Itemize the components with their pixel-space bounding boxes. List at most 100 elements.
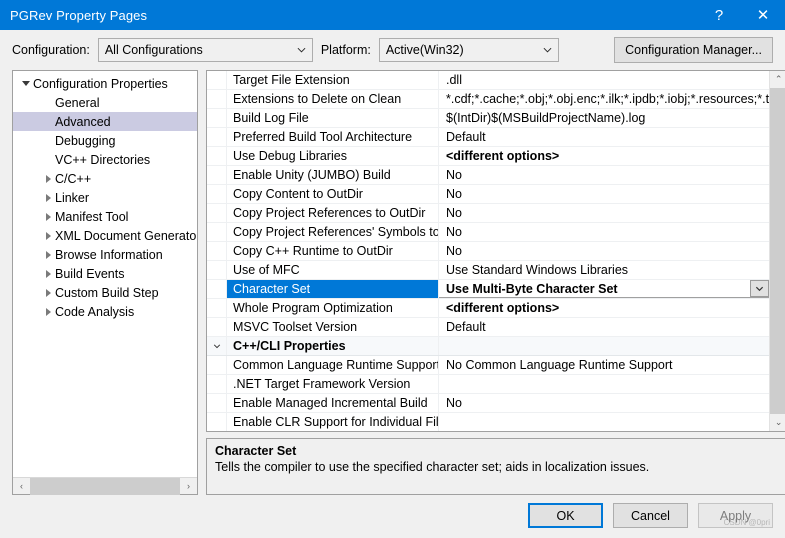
sidebar-item-advanced[interactable]: Advanced xyxy=(13,112,197,131)
property-name: Copy Project References to OutDir xyxy=(227,204,439,222)
help-icon[interactable]: ? xyxy=(697,0,741,30)
property-row[interactable]: Preferred Build Tool Architecture Default xyxy=(207,128,770,147)
apply-button[interactable]: Apply CSDN @0pri xyxy=(698,503,773,528)
sidebar-item-c-c[interactable]: C/C++ xyxy=(13,169,197,188)
property-value[interactable]: $(IntDir)$(MSBuildProjectName).log xyxy=(439,109,769,127)
property-value[interactable]: Use Multi-Byte Character Set xyxy=(439,280,770,298)
property-value[interactable]: .dll xyxy=(439,71,769,89)
tree-expander-collapsed-icon[interactable] xyxy=(41,212,55,221)
vertical-scroll-thumb[interactable] xyxy=(770,88,785,414)
tree-horizontal-scrollbar[interactable]: ‹ › xyxy=(13,477,197,495)
tree-expander-collapsed-icon[interactable] xyxy=(41,307,55,316)
tree-expander-collapsed-icon[interactable] xyxy=(41,250,55,259)
property-name: .NET Target Framework Version xyxy=(227,375,439,393)
platform-dropdown[interactable]: Active(Win32) xyxy=(378,38,559,62)
property-row[interactable]: .NET Target Framework Version xyxy=(207,375,770,394)
property-value[interactable]: No xyxy=(439,185,769,203)
tree-expander-collapsed-icon[interactable] xyxy=(41,193,55,202)
properties-tree[interactable]: Configuration Properties General Advanced D… xyxy=(13,71,197,477)
scroll-left-icon[interactable]: ‹ xyxy=(13,478,30,495)
tree-expander-collapsed-icon[interactable] xyxy=(41,269,55,278)
property-name: Whole Program Optimization xyxy=(227,299,439,317)
property-value[interactable]: No xyxy=(439,204,769,222)
property-row-indent xyxy=(207,223,227,241)
property-name: Enable CLR Support for Individual Files xyxy=(227,413,439,431)
close-icon[interactable]: ✕ xyxy=(741,0,785,30)
sidebar-item-code-analysis[interactable]: Code Analysis xyxy=(13,302,197,321)
sidebar-item-general[interactable]: General xyxy=(13,93,197,112)
property-value[interactable]: No xyxy=(439,166,769,184)
property-value xyxy=(439,337,769,355)
sidebar-item-build-events[interactable]: Build Events xyxy=(13,264,197,283)
property-row[interactable]: Copy Project References' Symbols to Ou No xyxy=(207,223,770,242)
property-row[interactable]: Use Debug Libraries <different options> xyxy=(207,147,770,166)
sidebar-item-browse-information[interactable]: Browse Information xyxy=(13,245,197,264)
property-row[interactable]: Character Set Use Multi-Byte Character Se… xyxy=(207,280,770,299)
sidebar-item-custom-build-step[interactable]: Custom Build Step xyxy=(13,283,197,302)
tree-expander-collapsed-icon[interactable] xyxy=(41,288,55,297)
property-value[interactable]: <different options> xyxy=(439,147,769,165)
property-value[interactable] xyxy=(439,375,769,393)
cancel-button[interactable]: Cancel xyxy=(613,503,688,528)
property-value[interactable]: No xyxy=(439,394,769,412)
apply-button-label: Apply xyxy=(719,508,752,523)
property-value[interactable]: Use Standard Windows Libraries xyxy=(439,261,769,279)
group-expander-expanded-icon[interactable] xyxy=(207,337,227,355)
property-row-indent xyxy=(207,185,227,203)
property-row[interactable]: Extensions to Delete on Clean *.cdf;*.cac… xyxy=(207,90,770,109)
property-row[interactable]: Enable CLR Support for Individual Files xyxy=(207,413,769,431)
configuration-manager-button[interactable]: Configuration Manager... xyxy=(614,37,773,63)
scroll-up-icon[interactable]: ⌃ xyxy=(770,71,785,88)
property-row[interactable]: MSVC Toolset Version Default xyxy=(207,318,770,337)
property-value[interactable]: Default xyxy=(439,128,769,146)
description-title: Character Set xyxy=(215,444,297,458)
property-value-text: Default xyxy=(446,320,486,334)
horizontal-scroll-thumb[interactable] xyxy=(30,477,180,495)
window-title: PGRev Property Pages xyxy=(10,7,148,23)
property-value-dropdown[interactable] xyxy=(750,280,770,297)
main-content: Configuration Properties General Advanced D… xyxy=(12,70,785,495)
property-row[interactable]: Copy Content to OutDir No xyxy=(207,185,770,204)
sidebar-item-label: Browse Information xyxy=(55,247,163,262)
property-row-indent xyxy=(207,280,227,298)
ok-button[interactable]: OK xyxy=(528,503,603,528)
tree-expander-collapsed-icon[interactable] xyxy=(41,231,55,240)
property-value[interactable] xyxy=(439,413,769,431)
property-group-header[interactable]: C++/CLI Properties xyxy=(207,337,770,356)
property-value-text: No xyxy=(446,187,462,201)
property-name: Copy Content to OutDir xyxy=(227,185,439,203)
property-row[interactable]: Use of MFC Use Standard Windows Libraries xyxy=(207,261,770,280)
property-row[interactable]: Enable Unity (JUMBO) Build No xyxy=(207,166,770,185)
sidebar-item-debugging[interactable]: Debugging xyxy=(13,131,197,150)
grid-vertical-scrollbar[interactable]: ⌃ ⌄ xyxy=(769,71,785,431)
property-value[interactable]: No xyxy=(439,223,769,241)
property-row[interactable]: Build Log File $(IntDir)$(MSBuildProjectN… xyxy=(207,109,770,128)
sidebar-item-label: XML Document Generator xyxy=(55,228,197,243)
sidebar-item-linker[interactable]: Linker xyxy=(13,188,197,207)
property-name: Copy C++ Runtime to OutDir xyxy=(227,242,439,260)
sidebar-item-vc-directories[interactable]: VC++ Directories xyxy=(13,150,197,169)
sidebar-item-xml-document-generator[interactable]: XML Document Generator xyxy=(13,226,197,245)
property-grid-rows[interactable]: Target File Extension .dll Extensions to D… xyxy=(207,71,770,431)
property-value-text: No xyxy=(446,168,462,182)
sidebar-item-label: Advanced xyxy=(55,114,111,129)
property-row[interactable]: Enable Managed Incremental Build No xyxy=(207,394,770,413)
configuration-dropdown[interactable]: All Configurations xyxy=(97,38,313,62)
property-value[interactable]: *.cdf;*.cache;*.obj;*.obj.enc;*.ilk;*.ip… xyxy=(439,90,769,108)
property-row[interactable]: Target File Extension .dll xyxy=(207,71,770,90)
tree-expander-collapsed-icon[interactable] xyxy=(41,174,55,183)
property-value[interactable]: No Common Language Runtime Support xyxy=(439,356,769,374)
property-value[interactable]: Default xyxy=(439,318,769,336)
property-value[interactable]: No xyxy=(439,242,769,260)
property-row[interactable]: Whole Program Optimization <different opt… xyxy=(207,299,770,318)
property-value[interactable]: <different options> xyxy=(439,299,769,317)
property-row[interactable]: Common Language Runtime Support No Common… xyxy=(207,356,770,375)
sidebar-item-manifest-tool[interactable]: Manifest Tool xyxy=(13,207,197,226)
scroll-down-icon[interactable]: ⌄ xyxy=(770,414,785,431)
property-name: Use Debug Libraries xyxy=(227,147,439,165)
scroll-right-icon[interactable]: › xyxy=(180,478,197,495)
property-row[interactable]: Copy C++ Runtime to OutDir No xyxy=(207,242,770,261)
tree-expander-expanded-icon[interactable] xyxy=(19,81,33,86)
sidebar-item-configuration-properties[interactable]: Configuration Properties xyxy=(13,74,197,93)
property-row[interactable]: Copy Project References to OutDir No xyxy=(207,204,770,223)
